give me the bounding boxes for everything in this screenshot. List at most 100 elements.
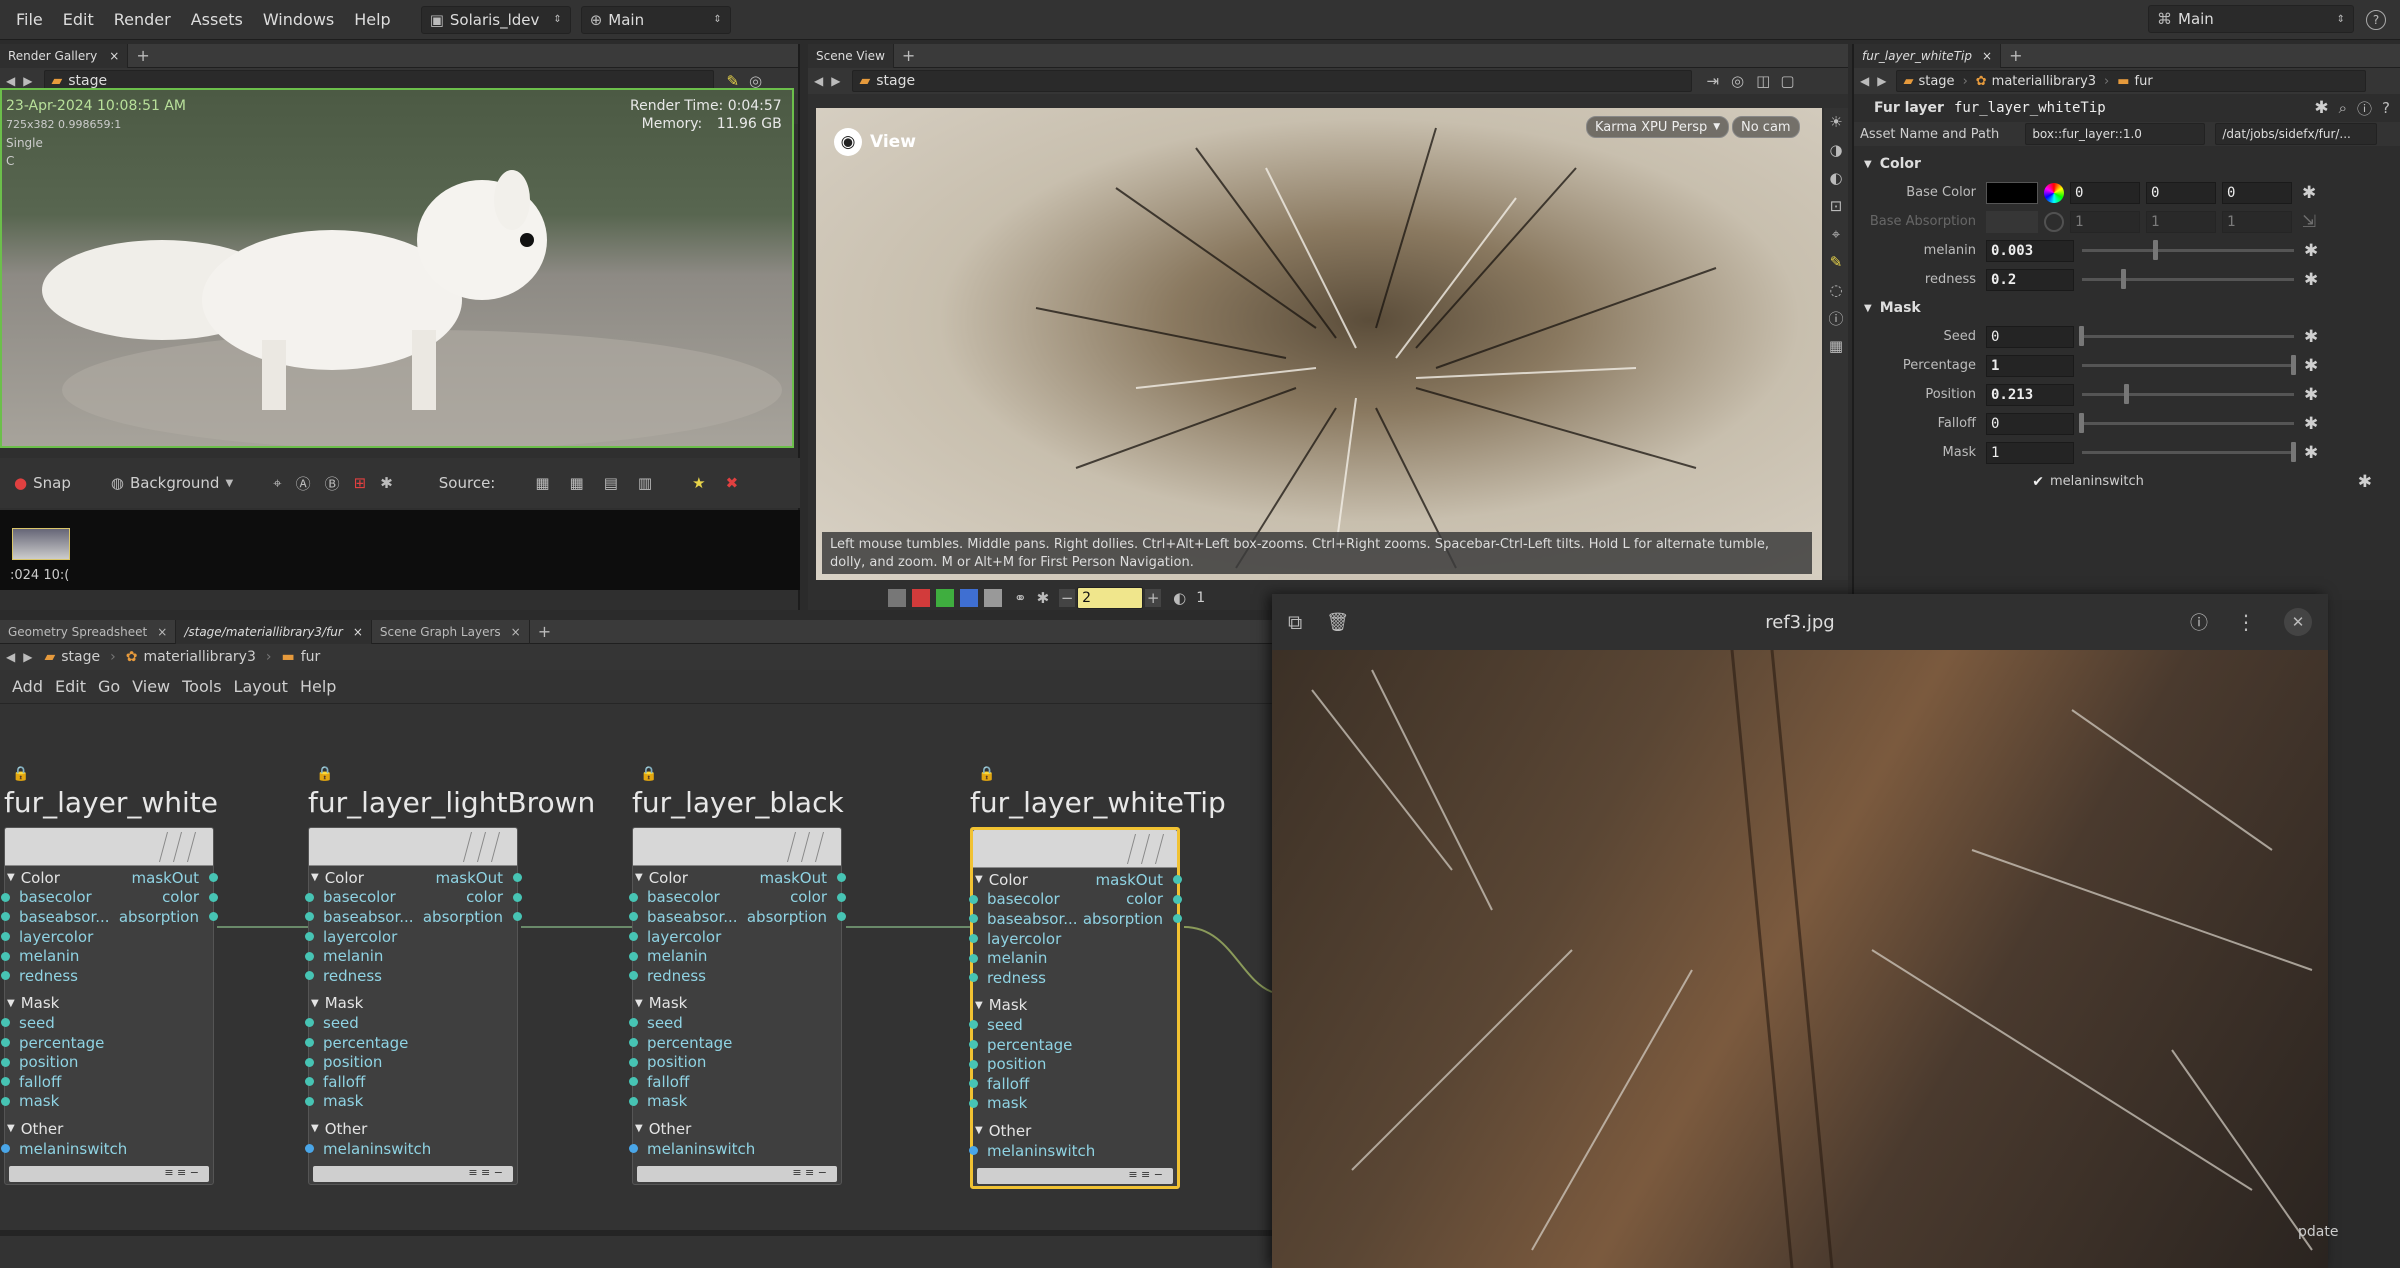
melanin-slider[interactable] bbox=[2082, 240, 2294, 260]
rgb-icon[interactable] bbox=[888, 589, 906, 607]
frame-field[interactable]: 2 bbox=[1077, 587, 1144, 609]
input-port[interactable] bbox=[629, 1018, 638, 1028]
more-icon[interactable]: ⋮ bbox=[2236, 610, 2256, 634]
node-header[interactable] bbox=[309, 828, 517, 866]
gear-icon[interactable]: ✱ bbox=[2358, 472, 2372, 492]
close-icon[interactable]: ✕ bbox=[2284, 608, 2312, 636]
mask-field[interactable]: 1 bbox=[1986, 441, 2074, 464]
input-port[interactable] bbox=[1, 1096, 10, 1106]
input-port[interactable] bbox=[969, 1079, 978, 1089]
settings-icon[interactable]: ✱ bbox=[380, 474, 393, 492]
asset-path-field[interactable]: /dat/jobs/sidefx/fur/... bbox=[2215, 123, 2378, 145]
paint-icon[interactable]: ✎ bbox=[1824, 248, 1848, 276]
melanin-knob[interactable] bbox=[2153, 240, 2159, 260]
color-wheel-icon[interactable] bbox=[2044, 182, 2064, 203]
renderer-dropdown[interactable]: Karma XPU Persp ▼ bbox=[1586, 116, 1730, 138]
input-port[interactable] bbox=[305, 912, 314, 922]
tab-scene-view[interactable]: Scene View bbox=[808, 43, 894, 68]
input-port[interactable] bbox=[969, 934, 978, 944]
input-port[interactable] bbox=[629, 971, 638, 981]
node-title[interactable]: fur_layer_whiteTip bbox=[970, 786, 1226, 819]
input-port[interactable] bbox=[629, 1038, 638, 1048]
menu-file[interactable]: File bbox=[6, 10, 53, 29]
section-other[interactable]: Other bbox=[649, 1120, 692, 1138]
node-fur-layer-black[interactable]: 🔒 fur_layer_black ▼ Color maskOut basecolor co… bbox=[629, 766, 846, 1186]
input-port[interactable] bbox=[629, 912, 638, 922]
section-other[interactable]: Other bbox=[21, 1120, 64, 1138]
gear-icon[interactable]: ✱ bbox=[2304, 356, 2318, 376]
input-port[interactable] bbox=[305, 1144, 314, 1154]
node-footer[interactable]: ≡ ≡ − bbox=[9, 1166, 209, 1183]
link-icon[interactable]: ⚭ bbox=[1014, 589, 1027, 607]
thumbnail[interactable] bbox=[12, 528, 70, 560]
input-port[interactable] bbox=[305, 932, 314, 942]
section-mask[interactable]: Mask bbox=[325, 994, 364, 1012]
input-port[interactable] bbox=[1, 1057, 10, 1067]
section-mask[interactable]: Mask bbox=[989, 996, 1028, 1014]
shading-icon[interactable]: ◑ bbox=[1824, 136, 1848, 164]
section-other[interactable]: Other bbox=[989, 1122, 1032, 1140]
menu-render[interactable]: Render bbox=[104, 10, 181, 29]
position-knob[interactable] bbox=[2124, 384, 2130, 404]
output-port[interactable] bbox=[209, 912, 218, 922]
input-port[interactable] bbox=[969, 1059, 978, 1069]
base-color-swatch[interactable] bbox=[1986, 181, 2038, 204]
view-menu[interactable]: ◉ View bbox=[834, 128, 916, 156]
output-port[interactable] bbox=[1173, 875, 1182, 885]
percentage-knob[interactable] bbox=[2291, 355, 2296, 375]
seed-knob[interactable] bbox=[2079, 326, 2084, 346]
node-footer[interactable]: ≡ ≡ − bbox=[977, 1168, 1173, 1185]
output-port[interactable] bbox=[1173, 914, 1182, 924]
menu-windows[interactable]: Windows bbox=[253, 10, 344, 29]
input-port[interactable] bbox=[1, 951, 10, 961]
back-icon[interactable]: ◀ bbox=[6, 74, 15, 88]
input-port[interactable] bbox=[1, 1018, 10, 1028]
input-port[interactable] bbox=[1, 971, 10, 981]
snap-icon[interactable]: ⌖ bbox=[1824, 220, 1848, 248]
output-port[interactable] bbox=[209, 873, 218, 883]
output-port[interactable] bbox=[209, 892, 218, 902]
node-title[interactable]: fur_layer_white bbox=[4, 786, 218, 819]
input-port[interactable] bbox=[629, 951, 638, 961]
output-port[interactable] bbox=[1173, 894, 1182, 904]
copy-icon[interactable]: ⧉ bbox=[1288, 610, 1302, 634]
crumb-materiallibrary[interactable]: materiallibrary3 bbox=[1992, 74, 2096, 89]
lock-icon[interactable]: 🔒 bbox=[12, 766, 218, 782]
menu-edit[interactable]: Edit bbox=[53, 10, 104, 29]
node-title[interactable]: fur_layer_black bbox=[632, 786, 844, 819]
forward-icon[interactable]: ▶ bbox=[23, 74, 32, 88]
menu-assets[interactable]: Assets bbox=[181, 10, 253, 29]
node-body[interactable]: ▼ Color maskOut basecolor color baseabsor... a… bbox=[969, 827, 1182, 1190]
back-icon[interactable]: ◀ bbox=[814, 74, 823, 88]
node-body[interactable]: ▼ Color maskOut basecolor color baseabsor... a… bbox=[629, 827, 846, 1186]
input-port[interactable] bbox=[305, 971, 314, 981]
camera-dropdown[interactable]: No cam bbox=[1732, 116, 1800, 138]
input-port[interactable] bbox=[1, 1144, 10, 1154]
section-other[interactable]: Other bbox=[325, 1120, 368, 1138]
input-port[interactable] bbox=[629, 1096, 638, 1106]
redness-knob[interactable] bbox=[2121, 269, 2127, 289]
output-port[interactable] bbox=[837, 892, 846, 902]
tag-icon[interactable]: ⌖ bbox=[273, 474, 281, 492]
forward-icon[interactable]: ▶ bbox=[831, 74, 840, 88]
input-port[interactable] bbox=[629, 1057, 638, 1067]
lock-icon[interactable]: 🔒 bbox=[316, 766, 595, 782]
tab-render-gallery[interactable]: Render Gallery × bbox=[0, 43, 129, 68]
input-port[interactable] bbox=[1, 1077, 10, 1087]
position-field[interactable]: 0.213 bbox=[1986, 383, 2074, 406]
output-port[interactable] bbox=[513, 873, 522, 883]
input-port[interactable] bbox=[305, 1096, 314, 1106]
redness-field[interactable]: 0.2 bbox=[1986, 268, 2074, 291]
b-icon[interactable]: Ⓑ bbox=[325, 473, 340, 494]
gear-icon[interactable]: ✱ bbox=[2314, 98, 2328, 118]
desktop-selector[interactable]: ▣ Solaris_ldev ⇕ bbox=[420, 5, 571, 34]
trash-icon[interactable]: 🗑 bbox=[1326, 612, 1349, 633]
input-port[interactable] bbox=[1, 892, 10, 902]
seed-field[interactable]: 0 bbox=[1986, 325, 2074, 348]
add-tab-icon[interactable]: + bbox=[902, 46, 915, 65]
output-port[interactable] bbox=[513, 912, 522, 922]
add-tab-icon[interactable]: + bbox=[136, 46, 149, 65]
redness-slider[interactable] bbox=[2082, 269, 2294, 289]
gear-icon[interactable]: ✱ bbox=[2304, 385, 2318, 405]
tab-fur-layer-whitetip[interactable]: fur_layer_whiteTip × bbox=[1854, 43, 2002, 68]
